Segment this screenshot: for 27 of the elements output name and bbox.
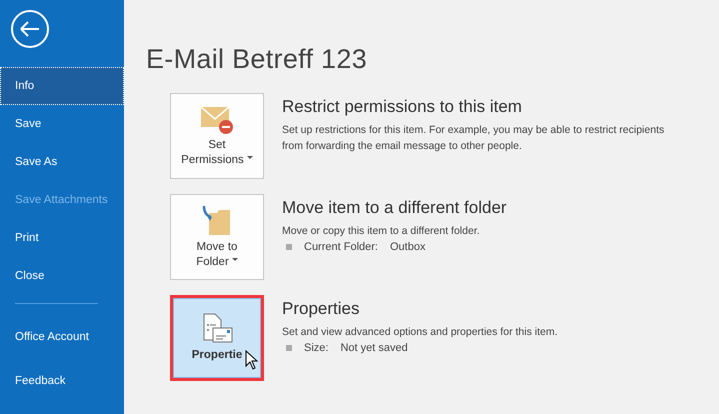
section-heading: Move item to a different folder xyxy=(282,198,507,218)
action-button[interactable]: Set Permissions xyxy=(170,93,264,179)
sidebar-item[interactable]: Save xyxy=(0,105,124,143)
sidebar-item[interactable]: Close xyxy=(0,257,124,295)
sidebar-item[interactable]: Office Account xyxy=(0,312,124,362)
section-description: Move or copy this item to a different folder. xyxy=(282,224,481,239)
detail-label: Size: xyxy=(304,342,328,354)
page-title: E-Mail Betreff 123 xyxy=(146,44,368,75)
sidebar-item[interactable]: Save As xyxy=(0,143,124,181)
section-description: Set up restrictions for this item. For example, you may be able to restrict recipients from forwarding the email message to other people. xyxy=(282,123,664,154)
section-description: Set and view advanced options and properties for this item. xyxy=(282,325,558,340)
detail-value: Outbox xyxy=(390,241,426,253)
section-heading: Properties xyxy=(282,299,360,319)
document-icon xyxy=(201,313,233,345)
sidebar-item[interactable]: Feedback xyxy=(0,362,124,400)
section-heading: Restrict permissions to this item xyxy=(282,97,523,117)
sidebar-item[interactable]: Info xyxy=(0,67,124,105)
mouse-pointer-icon xyxy=(245,350,259,370)
folder-icon xyxy=(201,204,233,236)
detail-label: Current Folder: xyxy=(304,241,378,253)
action-button[interactable]: Move to Folder xyxy=(170,194,264,280)
action-button[interactable]: Propertie xyxy=(170,295,264,381)
sidebar-item[interactable]: Print xyxy=(0,219,124,257)
bullet-icon xyxy=(286,345,292,351)
detail-value: Not yet saved xyxy=(340,342,408,354)
bullet-icon xyxy=(286,244,292,250)
envelope-icon xyxy=(200,104,234,134)
